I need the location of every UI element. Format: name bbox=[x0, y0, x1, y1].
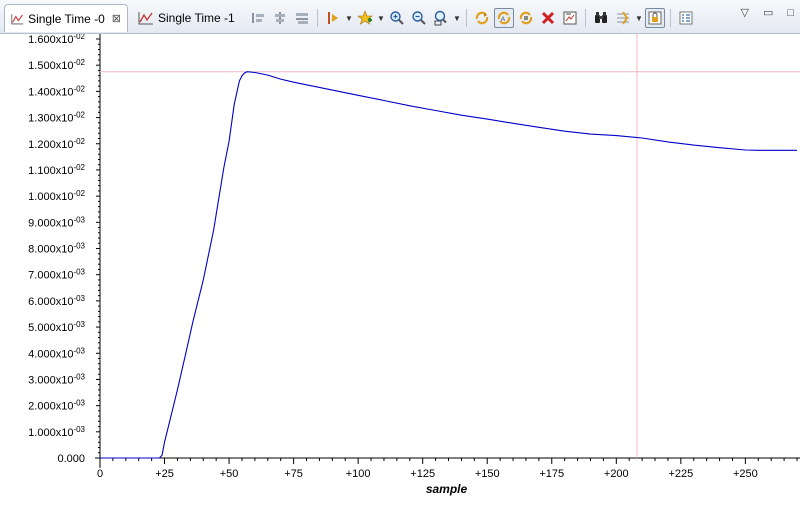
series-lines bbox=[100, 71, 797, 459]
y-tick-label: 1.400x10-02 bbox=[28, 84, 85, 98]
x-axis: 0 +25 +50 +75 +100 +125 +150 +175 +200 +225 +250 bbox=[95, 457, 800, 480]
x-tick-label: +225 bbox=[668, 468, 693, 480]
maximize-icon[interactable]: □ bbox=[787, 7, 794, 19]
y-tick-label: 9.000x10-03 bbox=[28, 215, 85, 229]
toolbar-separator bbox=[317, 9, 318, 27]
tab-label: Single Time -0 bbox=[28, 11, 105, 26]
align-left-icon[interactable] bbox=[248, 8, 268, 28]
lock-icon[interactable] bbox=[645, 8, 665, 28]
legend-icon[interactable] bbox=[676, 8, 696, 28]
y-tick-label: 1.600x10-02 bbox=[28, 34, 85, 46]
zoom-in-icon[interactable] bbox=[387, 8, 407, 28]
add-star-icon[interactable] bbox=[355, 8, 375, 28]
y-tick-label: 7.000x10-03 bbox=[28, 268, 85, 282]
x-tick-label: +50 bbox=[220, 468, 239, 480]
x-tick-label: +150 bbox=[475, 468, 500, 480]
zoom-out-icon[interactable] bbox=[409, 8, 429, 28]
measure-icon[interactable] bbox=[613, 8, 633, 28]
chart-tab-icon bbox=[138, 12, 153, 25]
x-tick-label: 0 bbox=[97, 468, 103, 480]
clear-icon[interactable] bbox=[538, 8, 558, 28]
auto-scale-icon[interactable]: A bbox=[494, 8, 514, 28]
toolbar-separator bbox=[670, 9, 671, 27]
x-tick-label: +75 bbox=[284, 468, 303, 480]
chart-tab-icon bbox=[11, 13, 24, 24]
y-tick-label: 1.500x10-02 bbox=[28, 58, 85, 72]
tab-single-time-0[interactable]: Single Time -0 ⊠ bbox=[4, 4, 128, 32]
chevron-down-icon[interactable]: ▼ bbox=[453, 14, 461, 23]
chevron-down-icon[interactable]: ▼ bbox=[635, 14, 643, 23]
chevron-down-icon[interactable]: ▼ bbox=[377, 14, 385, 23]
x-tick-label: +175 bbox=[539, 468, 564, 480]
x-tick-label: +100 bbox=[346, 468, 371, 480]
toolbar-separator bbox=[466, 9, 467, 27]
y-tick-label: 0.000 bbox=[57, 453, 85, 465]
y-tick-label: 4.000x10-03 bbox=[28, 346, 85, 360]
sync-icon[interactable] bbox=[516, 8, 536, 28]
export-icon[interactable] bbox=[560, 8, 580, 28]
view-controls: ▽ ▭ □ bbox=[740, 6, 794, 20]
y-tick-label: 1.300x10-02 bbox=[28, 111, 85, 125]
tab-label: Single Time -1 bbox=[158, 11, 235, 25]
svg-text:A: A bbox=[501, 17, 505, 23]
tab-bar: Single Time -0 ⊠ Single Time -1 ▼ ▼ ▼ A … bbox=[0, 0, 800, 34]
align-right-icon[interactable] bbox=[292, 8, 312, 28]
toolbar-separator bbox=[585, 9, 586, 27]
x-tick-label: +125 bbox=[410, 468, 435, 480]
y-tick-label: 1.100x10-02 bbox=[28, 163, 85, 177]
tab-single-time-1[interactable]: Single Time -1 bbox=[132, 4, 242, 32]
minimize-icon[interactable]: ▭ bbox=[763, 6, 773, 19]
align-center-icon[interactable] bbox=[270, 8, 290, 28]
x-tick-label: +250 bbox=[733, 468, 758, 480]
chevron-down-icon[interactable]: ▼ bbox=[345, 14, 353, 23]
y-tick-label: 3.000x10-03 bbox=[28, 372, 85, 386]
binoculars-icon[interactable] bbox=[591, 8, 611, 28]
chart-toolbar: ▼ ▼ ▼ A ▼ bbox=[248, 6, 696, 30]
x-tick-label: +25 bbox=[155, 468, 174, 480]
zoom-fit-icon[interactable] bbox=[431, 8, 451, 28]
refresh-icon[interactable] bbox=[472, 8, 492, 28]
y-axis: 0.000 1.000x10-03 2.000x10-03 3.000x10-03 4.… bbox=[28, 34, 101, 468]
crosshair-cursor bbox=[100, 34, 800, 458]
y-tick-label: 1.000x10-02 bbox=[28, 189, 85, 203]
close-icon[interactable]: ⊠ bbox=[112, 12, 121, 25]
chart-plot[interactable]: 0.000 1.000x10-03 2.000x10-03 3.000x10-03 4.… bbox=[0, 34, 800, 524]
y-tick-label: 8.000x10-03 bbox=[28, 242, 85, 256]
x-tick-label: +200 bbox=[604, 468, 629, 480]
y-tick-label: 1.200x10-02 bbox=[28, 137, 85, 151]
x-axis-title: sample bbox=[426, 482, 468, 496]
series-line bbox=[100, 71, 797, 459]
view-menu-icon[interactable]: ▽ bbox=[740, 6, 748, 19]
y-tick-label: 6.000x10-03 bbox=[28, 294, 85, 308]
marker-icon[interactable] bbox=[323, 8, 343, 28]
y-tick-label: 2.000x10-03 bbox=[28, 399, 85, 413]
y-tick-label: 1.000x10-03 bbox=[28, 425, 85, 439]
y-tick-label: 5.000x10-03 bbox=[28, 320, 85, 334]
